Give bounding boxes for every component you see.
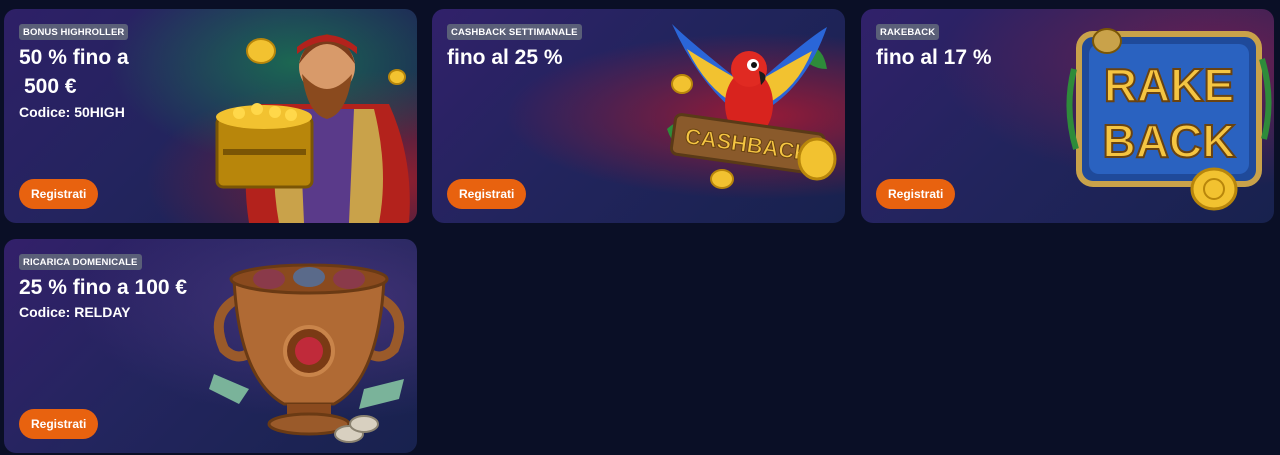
promo-card-cashback[interactable]: CASHBACK SETTIMANALE fino al 25 % CASHBA… <box>432 9 845 223</box>
promo-badge: RAKEBACK <box>876 24 940 40</box>
promo-badge: BONUS HIGHROLLER <box>19 24 129 40</box>
promo-headline-line2: 500 € <box>24 75 77 98</box>
promo-code: Codice: 50HIGH <box>19 104 125 120</box>
register-button[interactable]: Registrati <box>19 179 99 209</box>
promo-headline-line1: fino al 17 % <box>876 46 992 69</box>
promo-code: Codice: RELDAY <box>19 304 131 320</box>
promo-badge: RICARICA DOMENICALE <box>19 254 142 270</box>
promo-card-highroller[interactable]: BONUS HIGHROLLER 50 % fino a 500 € Codic… <box>4 9 417 223</box>
promo-headline-line1: fino al 25 % <box>447 46 563 69</box>
rake-text: RAKE <box>1104 59 1234 111</box>
register-button[interactable]: Registrati <box>876 179 956 209</box>
promo-badge: CASHBACK SETTIMANALE <box>447 24 582 40</box>
rake-back-logo-illustration: RAKE BACK <box>1066 28 1272 211</box>
promo-card-rakeback[interactable]: RAKEBACK fino al 17 % RAKE BACK Registra… <box>861 9 1274 223</box>
register-button[interactable]: Registrati <box>19 409 99 439</box>
viking-gold-chest-illustration <box>215 34 410 223</box>
promo-headline: fino al 25 % <box>447 43 563 72</box>
promo-headline-line1: 50 % fino a <box>19 46 129 69</box>
back-text: BACK <box>1103 115 1236 167</box>
register-button[interactable]: Registrati <box>447 179 527 209</box>
parrot-cashback-sign-illustration: CASHBACK <box>667 24 837 189</box>
promo-headline: fino al 17 % <box>876 43 992 72</box>
promo-headline: 25 % fino a 100 € <box>19 273 187 302</box>
promo-headline: 50 % fino a 500 € <box>19 43 129 101</box>
promo-headline-line1: 25 % fino a 100 € <box>19 276 188 299</box>
bronze-urn-illustration <box>209 263 405 443</box>
promo-card-sunday-reload[interactable]: RICARICA DOMENICALE 25 % fino a 100 € Co… <box>4 239 417 453</box>
promotions-grid: BONUS HIGHROLLER 50 % fino a 500 € Codic… <box>0 0 1280 455</box>
